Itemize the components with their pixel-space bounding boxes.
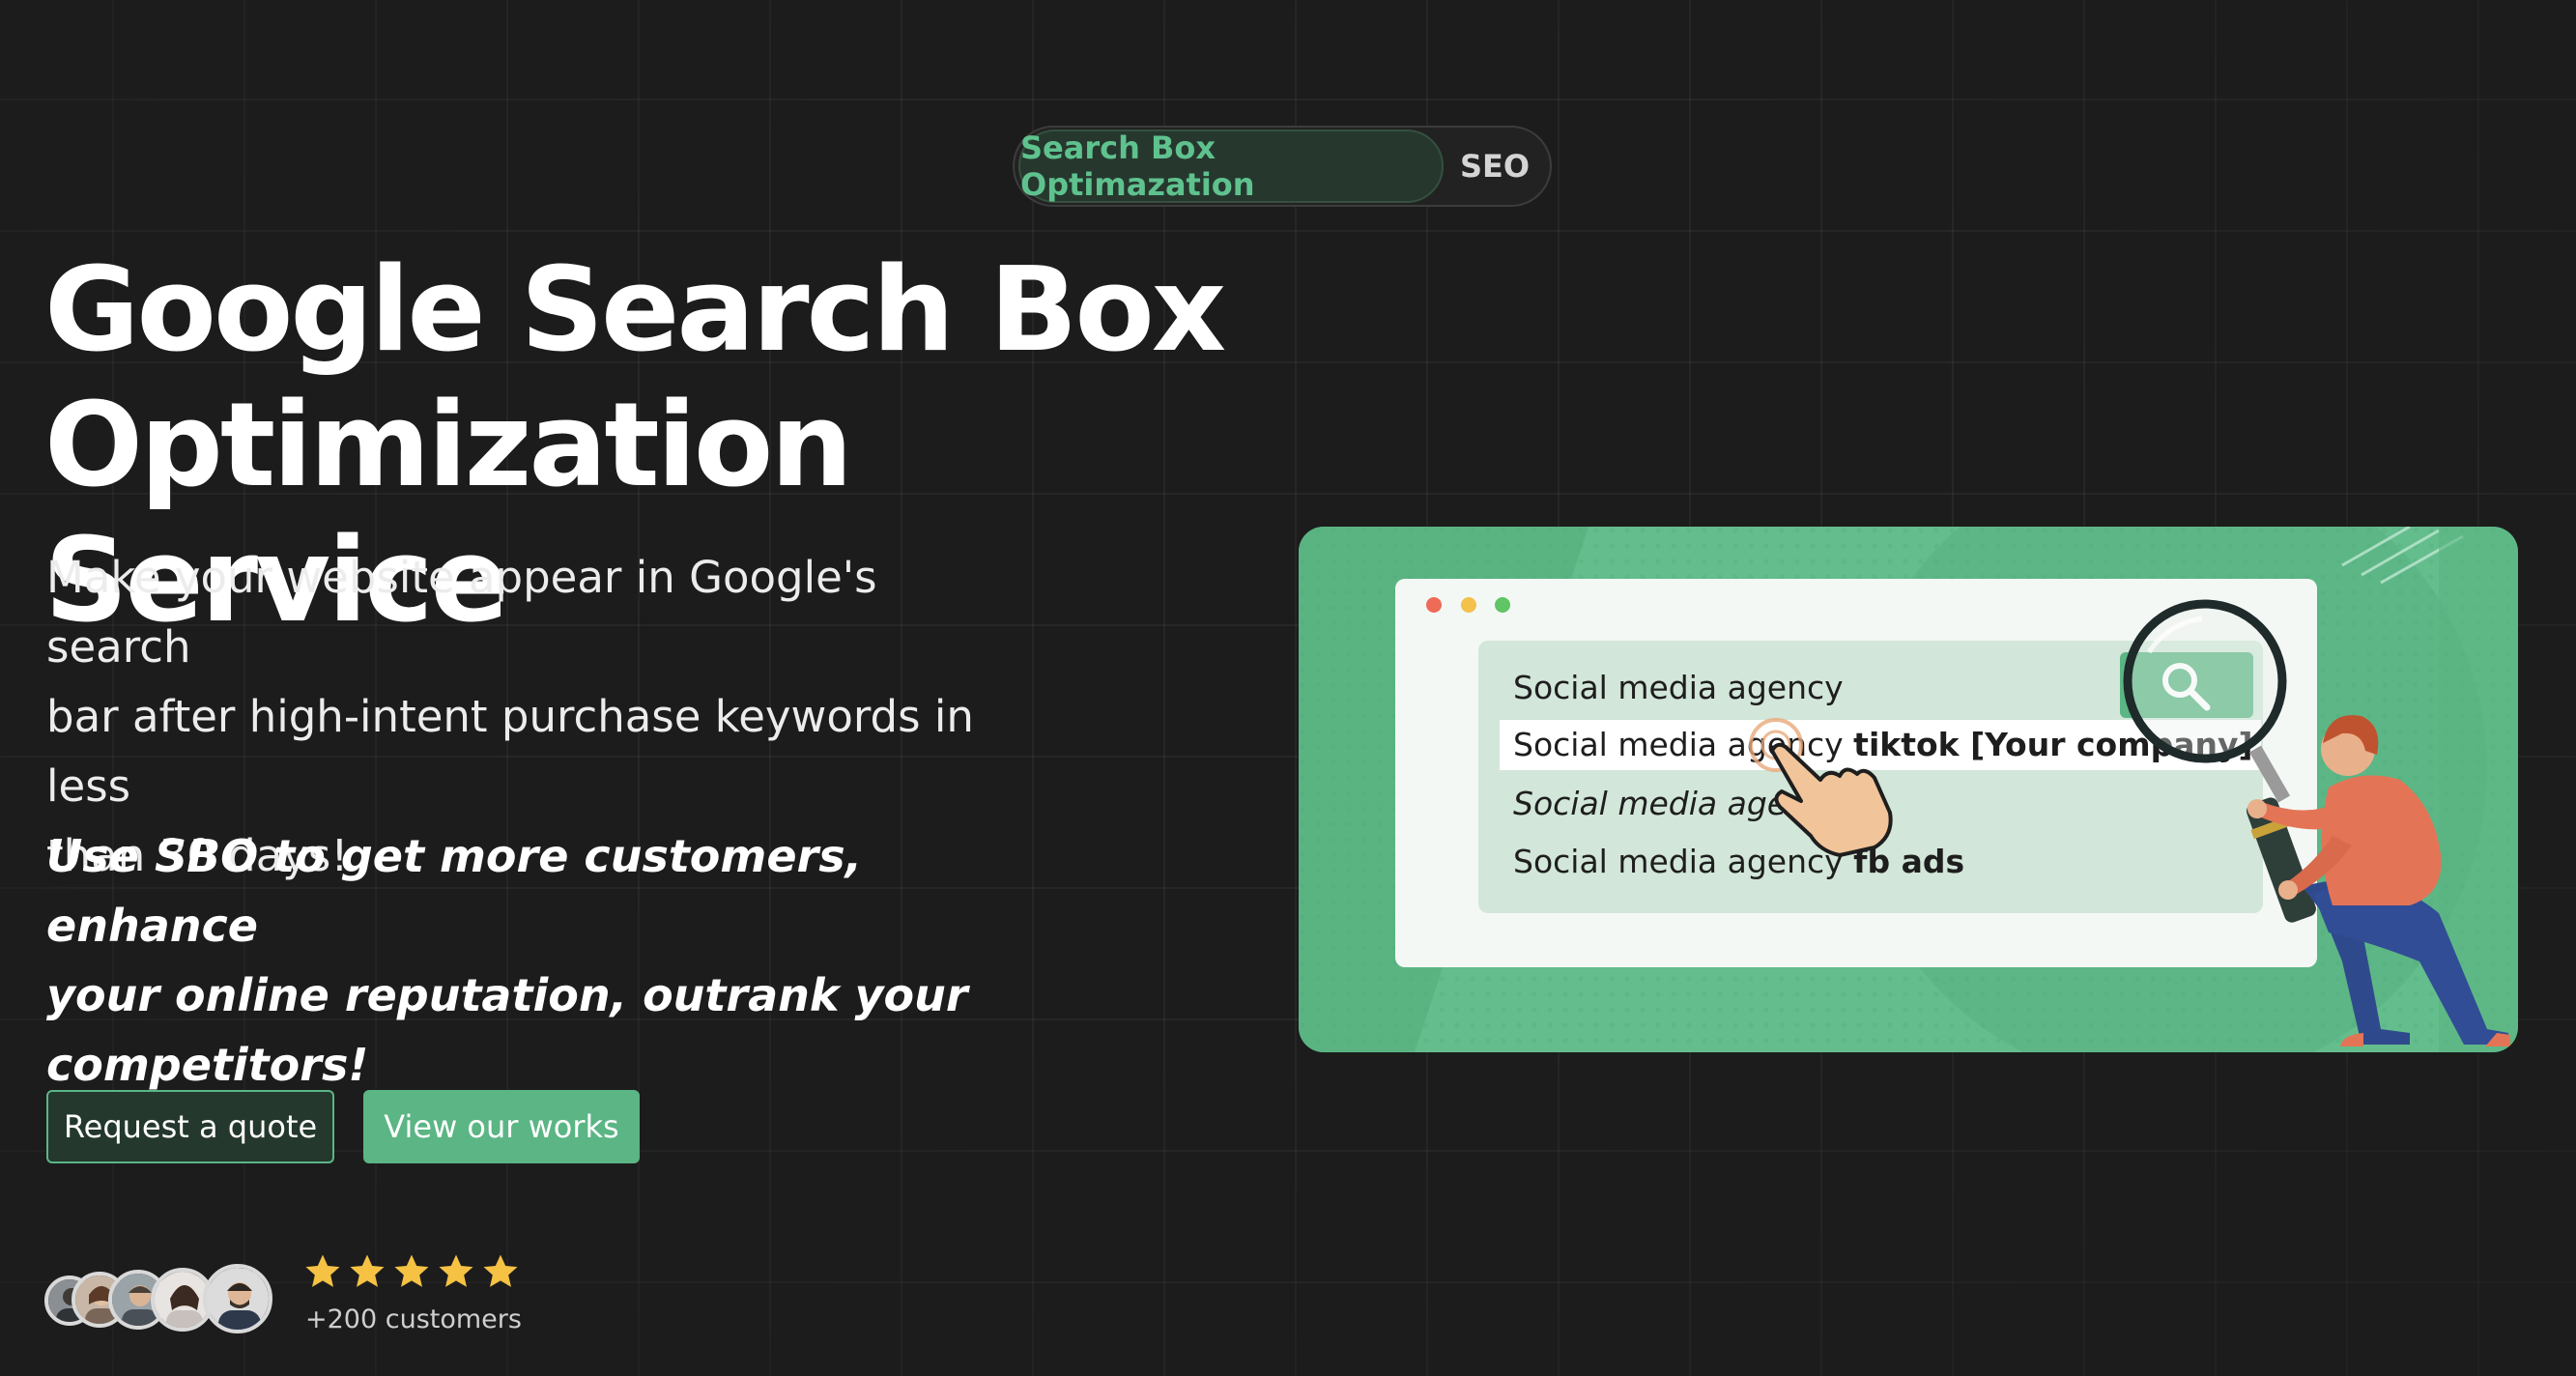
hero-tagline-line-1: Use SBO to get more customers, enhance [46, 830, 863, 952]
window-minimize-dot [1461, 597, 1476, 613]
customers-count: +200 customers [305, 1304, 522, 1334]
hero-tagline: Use SBO to get more customers, enhance y… [46, 821, 1032, 1100]
customer-avatars [44, 1264, 286, 1333]
tab-search-box-optimization[interactable]: Search Box Optimazation [1018, 129, 1444, 203]
avatar [203, 1264, 272, 1333]
hero-subtitle-line-1: Make your website appear in Google's sea… [46, 552, 877, 673]
request-quote-button[interactable]: Request a quote [46, 1090, 334, 1163]
star-icon [439, 1254, 473, 1287]
star-icon [394, 1254, 429, 1287]
star-icon [305, 1254, 340, 1287]
hero-subtitle-line-2: bar after high-intent purchase keywords … [46, 691, 974, 812]
suggestion-item: Social media agency fb ads [1513, 843, 1964, 880]
hero-illustration: Social media agency Social media agency … [1299, 527, 2518, 1052]
hero-tagline-line-3: competitors! [46, 1039, 369, 1091]
window-close-dot [1426, 597, 1442, 613]
view-works-button[interactable]: View our works [363, 1090, 640, 1163]
tab-seo[interactable]: SEO [1444, 148, 1546, 185]
rating-stars [303, 1252, 520, 1291]
suggestion-item: Social media agency [1513, 669, 1844, 706]
service-toggle: Search Box Optimazation SEO [1013, 126, 1552, 207]
window-maximize-dot [1495, 597, 1510, 613]
page-title-line-1: Google Search Box [44, 244, 1226, 378]
star-icon [350, 1254, 385, 1287]
hero-tagline-line-2: your online reputation, outrank your [46, 969, 968, 1021]
star-icon [483, 1254, 518, 1287]
